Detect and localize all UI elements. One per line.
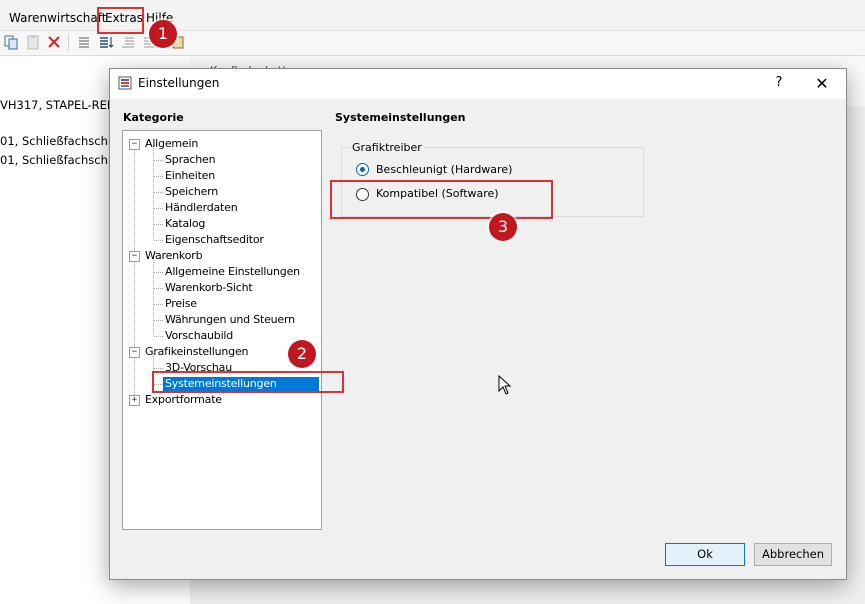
tree-line	[154, 272, 163, 273]
list-icon[interactable]	[76, 34, 92, 50]
highlight-box-systemeinstellungen	[152, 371, 344, 393]
app-icon	[118, 76, 132, 90]
collapse-icon[interactable]: −	[129, 251, 140, 262]
tree-line	[154, 224, 163, 225]
radio-hardware[interactable]	[356, 163, 369, 176]
expand-icon[interactable]: +	[129, 395, 140, 406]
step-badge-1: 1	[149, 20, 177, 48]
section-heading: Systemeinstellungen	[335, 111, 466, 124]
tree-line	[154, 176, 163, 177]
tree-node-speichern[interactable]: Speichern	[165, 185, 218, 199]
indent-icon[interactable]	[120, 34, 136, 50]
tree-node-grafikeinstellungen[interactable]: Grafikeinstellungen	[145, 345, 248, 359]
tree-node-warenkorb-sicht[interactable]: Warenkorb-Sicht	[165, 281, 253, 295]
tree-line	[154, 208, 163, 209]
radio-hardware-label[interactable]: Beschleunigt (Hardware)	[376, 163, 512, 177]
tree-node-warenkorb[interactable]: Warenkorb	[145, 249, 203, 263]
ok-button[interactable]: Ok	[665, 543, 745, 566]
mouse-cursor-icon	[498, 375, 512, 395]
highlight-box-kompatibel	[330, 180, 553, 219]
group-label: Grafiktreiber	[350, 141, 424, 154]
cancel-button[interactable]: Abbrechen	[754, 543, 832, 566]
tree-line	[154, 368, 163, 369]
delete-icon[interactable]	[46, 34, 62, 50]
tree-node-sprachen[interactable]: Sprachen	[165, 153, 216, 167]
sort-icon[interactable]	[98, 34, 114, 50]
close-icon[interactable]: ✕	[812, 74, 832, 94]
tree-line	[154, 192, 163, 193]
settings-dialog: Einstellungen ? ✕ Kategorie − Allgemein …	[109, 68, 847, 580]
collapse-icon[interactable]: −	[129, 347, 140, 358]
dialog-titlebar[interactable]: Einstellungen ? ✕	[110, 69, 846, 99]
toolbar	[0, 31, 865, 56]
help-button[interactable]: ?	[770, 74, 788, 92]
step-badge-2: 2	[288, 340, 316, 368]
tree-line	[154, 160, 163, 161]
tree-node-allgemein[interactable]: Allgemein	[145, 137, 198, 151]
category-tree[interactable]: − Allgemein Sprachen Einheiten Speichern…	[122, 130, 322, 530]
collapse-icon[interactable]: −	[129, 139, 140, 150]
tree-line	[154, 240, 163, 241]
step-badge-3: 3	[489, 213, 517, 241]
menu-warenwirtschaft[interactable]: Warenwirtschaft	[9, 10, 106, 26]
tree-line	[154, 336, 163, 337]
category-heading: Kategorie	[123, 111, 184, 124]
highlight-box-extras	[97, 7, 144, 34]
tree-line	[154, 304, 163, 305]
tree-line	[154, 320, 163, 321]
tree-line	[153, 257, 154, 335]
tree-node-katalog[interactable]: Katalog	[165, 217, 205, 231]
paste-icon[interactable]	[25, 34, 41, 50]
tree-node-allgemeine-einstellungen[interactable]: Allgemeine Einstellungen	[165, 265, 300, 279]
tree-node-eigenschaftseditor[interactable]: Eigenschaftseditor	[165, 233, 264, 247]
tree-node-preise[interactable]: Preise	[165, 297, 197, 311]
tree-node-exportformate[interactable]: Exportformate	[145, 393, 222, 407]
toolbar-separator	[68, 35, 69, 51]
tree-node-vorschaubild[interactable]: Vorschaubild	[165, 329, 233, 343]
list-item[interactable]: VH317, STAPEL-REIHE	[0, 97, 126, 113]
copy-icon[interactable]	[3, 34, 19, 50]
tree-line	[154, 288, 163, 289]
dialog-title: Einstellungen	[138, 76, 220, 90]
tree-node-einheiten[interactable]: Einheiten	[165, 169, 215, 183]
tree-node-waehrungen-und-steuern[interactable]: Währungen und Steuern	[165, 313, 295, 327]
tree-node-haendlerdaten[interactable]: Händlerdaten	[165, 201, 238, 215]
